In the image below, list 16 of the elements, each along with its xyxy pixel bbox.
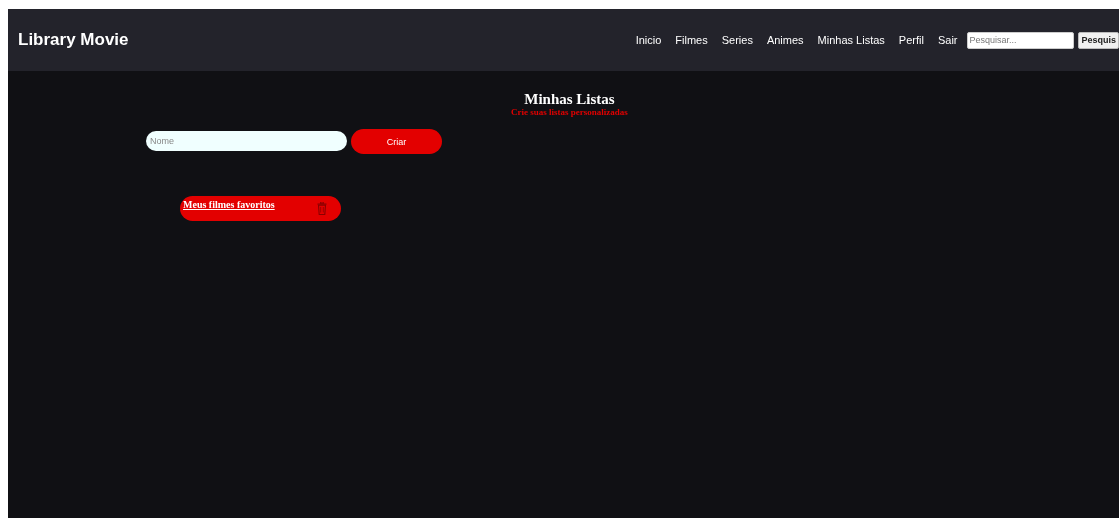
page-subtitle: Crie suas listas personalizadas bbox=[511, 107, 628, 117]
nav-link[interactable]: Sair bbox=[937, 34, 958, 46]
search-field[interactable]: Pesquisar... bbox=[967, 31, 1075, 49]
trash-icon[interactable] bbox=[317, 202, 327, 215]
nav-link[interactable]: Minhas Listas bbox=[817, 34, 885, 46]
nav-link[interactable]: Perfil bbox=[898, 34, 924, 46]
page-title: Minhas Listas bbox=[524, 91, 615, 107]
nav-link[interactable]: Inicio bbox=[635, 34, 662, 46]
site-logo[interactable]: Library Movie bbox=[18, 30, 129, 50]
list-link[interactable]: Meus filmes favoritos bbox=[183, 199, 275, 210]
create-button[interactable]: Criar bbox=[351, 129, 442, 154]
search-button[interactable]: Pesquis bbox=[1078, 31, 1119, 49]
nav-link[interactable]: Series bbox=[721, 34, 753, 46]
nav-link[interactable]: Animes bbox=[766, 34, 804, 46]
nav-link[interactable]: Filmes bbox=[675, 34, 708, 46]
name-field[interactable]: Nome bbox=[146, 131, 347, 151]
